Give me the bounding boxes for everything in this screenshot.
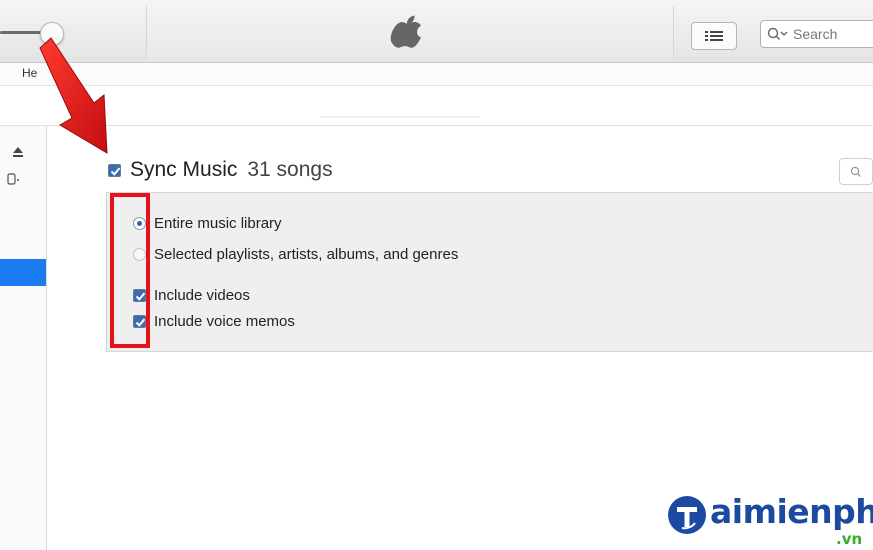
song-count: 31 songs bbox=[247, 158, 333, 181]
search-icon bbox=[850, 166, 861, 177]
checkmark-icon bbox=[110, 167, 121, 176]
search-input[interactable]: Search bbox=[760, 20, 873, 48]
watermark-suffix: .vn bbox=[836, 530, 863, 548]
option-include-videos[interactable]: Include videos bbox=[133, 287, 250, 304]
sync-music-checkbox[interactable] bbox=[108, 163, 121, 177]
watermark-text: aimienphi bbox=[710, 492, 873, 531]
taimienphi-logo bbox=[668, 496, 706, 534]
annotation-highlight-box bbox=[110, 193, 150, 348]
apple-logo-icon bbox=[390, 15, 422, 48]
sync-music-header: Sync Music 31 songs bbox=[108, 156, 333, 184]
option-include-voice-memos[interactable]: Include voice memos bbox=[133, 313, 295, 330]
search-placeholder: Search bbox=[793, 26, 838, 42]
option-label: Selected playlists, artists, albums, and… bbox=[154, 246, 459, 263]
tab-indicator bbox=[320, 116, 480, 118]
filter-search-button[interactable] bbox=[839, 158, 873, 185]
device-icon bbox=[7, 173, 19, 185]
list-view-icon bbox=[705, 31, 723, 41]
sync-music-title: Sync Music bbox=[130, 158, 238, 181]
option-label: Include voice memos bbox=[154, 313, 295, 330]
search-icon bbox=[767, 27, 788, 40]
option-label: Include videos bbox=[154, 287, 250, 304]
option-selected-playlists[interactable]: Selected playlists, artists, albums, and… bbox=[133, 246, 458, 263]
option-label: Entire music library bbox=[154, 215, 282, 232]
sidebar-item-selected[interactable] bbox=[0, 259, 46, 286]
annotation-arrow-icon bbox=[39, 37, 108, 154]
sidebar bbox=[0, 126, 47, 550]
option-entire-library[interactable]: Entire music library bbox=[133, 215, 282, 232]
list-view-button[interactable] bbox=[691, 22, 737, 50]
